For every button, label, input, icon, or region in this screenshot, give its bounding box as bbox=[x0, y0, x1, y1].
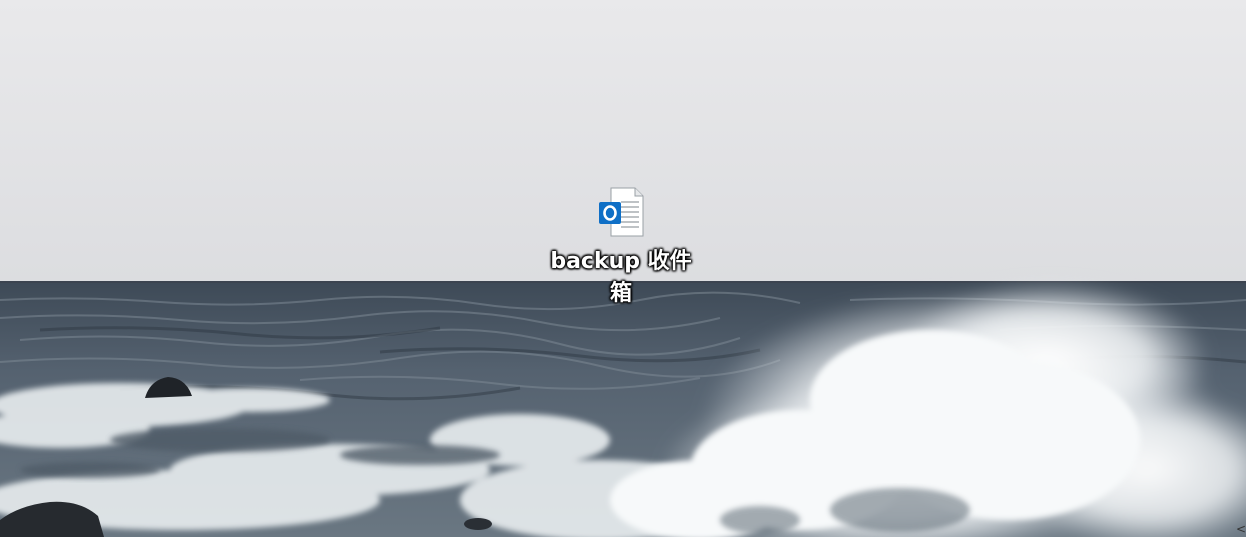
chevron-left-icon[interactable]: < bbox=[1236, 523, 1246, 535]
desktop-icon-label: backup 收件箱 bbox=[550, 249, 692, 306]
desktop[interactable]: backup 收件箱 < bbox=[0, 0, 1246, 537]
outlook-data-file-icon bbox=[599, 187, 644, 237]
desktop-icon-backup-inbox[interactable]: backup 收件箱 bbox=[545, 186, 697, 310]
